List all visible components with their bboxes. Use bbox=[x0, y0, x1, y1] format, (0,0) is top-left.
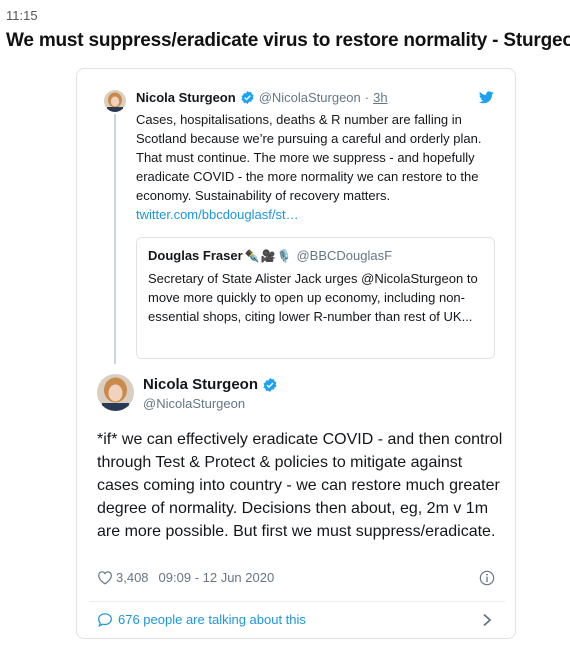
quoted-tweet-handle[interactable]: @NicolaSturgeon bbox=[259, 90, 361, 105]
info-icon[interactable] bbox=[479, 570, 495, 586]
thread-connector-line bbox=[114, 114, 116, 364]
embedded-quote-text: Secretary of State Alister Jack urges @N… bbox=[148, 271, 478, 324]
quoted-tweet-time[interactable]: 3h bbox=[373, 90, 387, 105]
twitter-bird-icon[interactable] bbox=[479, 91, 494, 104]
embedded-quote-card[interactable]: Douglas Fraser ✒️🎥🎙️ @BBCDouglasF Secret… bbox=[136, 237, 495, 359]
quoted-tweet-header: Nicola Sturgeon @NicolaSturgeon · 3h bbox=[136, 90, 388, 105]
author-emoji: ✒️🎥🎙️ bbox=[244, 248, 293, 263]
like-count[interactable]: 3,408 bbox=[116, 570, 149, 585]
verified-badge-icon bbox=[241, 90, 254, 105]
tweet-meta-row: 3,408 09:09 - 12 Jun 2020 bbox=[97, 570, 274, 585]
main-tweet-avatar[interactable] bbox=[97, 374, 134, 411]
conversation-link[interactable]: 676 people are talking about this bbox=[97, 612, 306, 627]
main-tweet-handle[interactable]: @NicolaSturgeon bbox=[143, 396, 245, 411]
comment-bubble-icon bbox=[98, 613, 112, 627]
tweet-timestamp[interactable]: 09:09 - 12 Jun 2020 bbox=[159, 570, 275, 585]
main-tweet-text: *if* we can effectively eradicate COVID … bbox=[97, 431, 503, 540]
quoted-tweet-author-name[interactable]: Nicola Sturgeon bbox=[136, 90, 236, 105]
separator-dot: · bbox=[364, 90, 370, 105]
quoted-tweet-body: Cases, hospitalisations, deaths & R numb… bbox=[136, 112, 482, 203]
quoted-tweet-text: Cases, hospitalisations, deaths & R numb… bbox=[136, 110, 506, 224]
chevron-right-icon[interactable] bbox=[482, 613, 492, 627]
heart-icon[interactable] bbox=[97, 570, 113, 585]
tweet-embed-card: Nicola Sturgeon @NicolaSturgeon · 3h Cas… bbox=[76, 68, 516, 639]
main-tweet-author-name[interactable]: Nicola Sturgeon bbox=[143, 376, 258, 393]
embedded-quote-header: Douglas Fraser ✒️🎥🎙️ @BBCDouglasF bbox=[148, 248, 392, 263]
clock-time: 11:15 bbox=[6, 8, 38, 23]
article-headline: We must suppress/eradicate virus to rest… bbox=[6, 30, 570, 51]
embedded-quote-author-name: Douglas Fraser bbox=[148, 248, 243, 263]
main-tweet-author: Nicola Sturgeon bbox=[143, 376, 282, 393]
quoted-tweet-link[interactable]: twitter.com/bbcdouglasf/st… bbox=[136, 207, 299, 222]
embedded-quote-handle: @BBCDouglasF bbox=[296, 248, 393, 263]
verified-badge-icon bbox=[263, 377, 277, 392]
quoted-tweet-avatar[interactable] bbox=[104, 90, 126, 112]
card-divider bbox=[89, 601, 505, 602]
talking-count-text: 676 people are talking about this bbox=[118, 612, 306, 627]
